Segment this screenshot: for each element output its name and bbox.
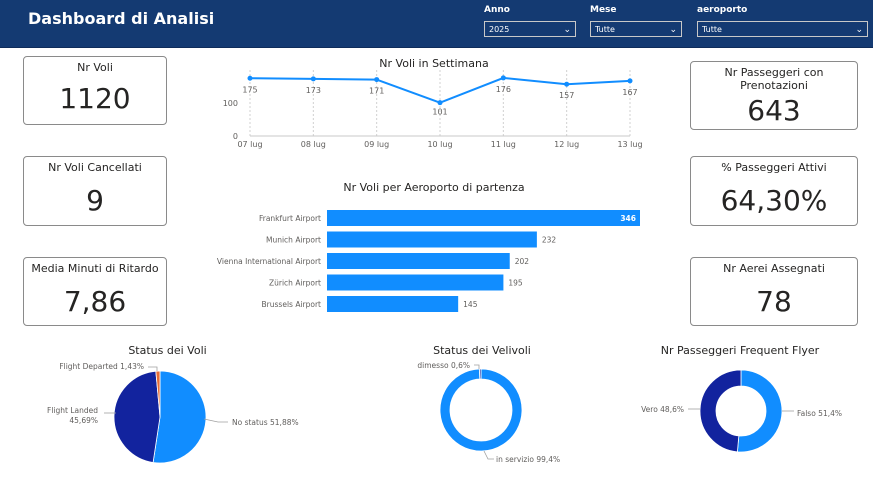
data-label: 175 [242, 85, 257, 94]
data-label: 346 [620, 214, 636, 223]
donut-frequent-flyer[interactable]: Falso 51,4% Vero 48,6% [620, 355, 860, 470]
slicer-aeroporto: aeroporto Tutte ⌄ [697, 3, 868, 37]
bar [327, 210, 640, 226]
data-point [564, 81, 570, 87]
card-value: 1120 [59, 82, 131, 115]
card-title: Media Minuti di Ritardo [31, 262, 159, 275]
bar-chart[interactable]: Frankfurt Airport 346 Munich Airport 232 Vie… [200, 200, 670, 320]
y-tick-label: 0 [233, 132, 238, 141]
card-nr-aerei-assegnati[interactable]: Nr Aerei Assegnati 78 [690, 257, 858, 326]
card-title: % Passeggeri Attivi [721, 161, 827, 174]
card-nr-voli[interactable]: Nr Voli 1120 [23, 56, 167, 125]
slice-label: Falso 51,4% [797, 409, 842, 418]
x-tick-label: 09 lug [364, 140, 389, 149]
card-nr-voli-cancellati[interactable]: Nr Voli Cancellati 9 [23, 156, 167, 226]
chevron-down-icon: ⌄ [669, 25, 677, 35]
x-tick-label: 07 lug [237, 140, 262, 149]
slicer-mese-label: Mese [590, 5, 617, 15]
category-label: Brussels Airport [262, 300, 322, 309]
card-title: Nr Voli Cancellati [48, 161, 142, 174]
pie-slice [736, 369, 783, 453]
card-value: 64,30% [720, 184, 828, 217]
category-label: Zürich Airport [269, 279, 321, 288]
bar-chart-title: Nr Voli per Aeroporto di partenza [343, 181, 525, 194]
data-label: 195 [508, 279, 523, 288]
pie-slice [439, 368, 523, 452]
data-label: 173 [306, 86, 321, 95]
data-label: 145 [463, 300, 478, 309]
slicer-anno-label: Anno [484, 5, 510, 15]
card-value: 78 [756, 285, 792, 318]
leader-line [483, 450, 494, 460]
line-chart-title: Nr Voli in Settimana [379, 57, 489, 70]
card-value: 643 [747, 94, 801, 127]
x-tick-label: 13 lug [617, 140, 642, 149]
pie-status-voli[interactable]: No status 51,88% Flight Landed 45,69% Fligh… [20, 355, 310, 470]
leader-line [148, 366, 158, 371]
data-label: 171 [369, 87, 384, 96]
data-label: 101 [432, 108, 447, 117]
header-bar: Dashboard di Analisi Anno 2025 ⌄ Mese Tu… [0, 0, 873, 48]
leader-line [474, 364, 480, 369]
chevron-down-icon: ⌄ [563, 25, 571, 35]
data-label: 202 [515, 257, 530, 266]
slice-label: in servizio 99,4% [496, 455, 560, 464]
pie-slice [113, 370, 161, 463]
x-tick-label: 12 lug [554, 140, 579, 149]
donut-status-velivoli[interactable]: in servizio 99,4% dimesso 0,6% [390, 355, 590, 470]
slicer-aeroporto-label: aeroporto [697, 5, 748, 15]
slice-label: Flight Landed 45,69% [47, 406, 98, 425]
data-label: 176 [496, 85, 511, 94]
data-point [247, 75, 253, 81]
slicer-mese-dropdown[interactable]: Tutte ⌄ [590, 21, 682, 37]
slicer-anno: Anno 2025 ⌄ [484, 3, 576, 37]
data-point [500, 75, 506, 81]
slicer-mese-value: Tutte [595, 25, 615, 34]
card-value: 7,86 [63, 285, 127, 318]
data-point [374, 77, 380, 83]
pie-slice [152, 370, 207, 464]
bar [327, 296, 459, 312]
data-point [437, 100, 443, 106]
line-chart[interactable]: 07 lug 08 lug 09 lug 10 lug 11 lug 12 lug 13 l… [215, 70, 655, 152]
card-title: Nr Passeggeri con Prenotazioni [724, 66, 824, 92]
data-label: 157 [559, 91, 574, 100]
chevron-down-icon: ⌄ [855, 25, 863, 35]
data-label: 167 [622, 88, 637, 97]
card-perc-passeggeri-attivi[interactable]: % Passeggeri Attivi 64,30% [690, 156, 858, 226]
slicer-aeroporto-value: Tutte [702, 25, 722, 34]
slice-label: Vero 48,6% [641, 405, 684, 414]
pie-slice [699, 369, 742, 453]
data-label: 232 [542, 236, 557, 245]
x-tick-label: 11 lug [491, 140, 516, 149]
bar [327, 274, 504, 291]
card-nr-passeggeri-prenotazioni[interactable]: Nr Passeggeri con Prenotazioni 643 [690, 61, 858, 130]
card-title: Nr Voli [77, 61, 113, 74]
leader-line [203, 418, 228, 423]
x-tick-label: 08 lug [301, 140, 326, 149]
slicer-anno-dropdown[interactable]: 2025 ⌄ [484, 21, 576, 37]
pie-slice [479, 368, 482, 380]
y-tick-label: 100 [223, 99, 238, 108]
x-tick-label: 10 lug [427, 140, 452, 149]
category-label: Munich Airport [266, 236, 321, 245]
slice-label: No status 51,88% [232, 418, 299, 427]
slicer-mese: Mese Tutte ⌄ [590, 3, 682, 37]
slicer-aeroporto-dropdown[interactable]: Tutte ⌄ [697, 21, 868, 37]
slice-label: dimesso 0,6% [417, 361, 470, 370]
card-value: 9 [86, 184, 104, 217]
category-label: Vienna International Airport [217, 257, 321, 266]
bar [327, 253, 510, 269]
slicer-anno-value: 2025 [489, 25, 510, 34]
bar [327, 231, 537, 248]
data-point [627, 78, 633, 84]
page-title: Dashboard di Analisi [28, 9, 215, 28]
card-media-ritardo[interactable]: Media Minuti di Ritardo 7,86 [23, 257, 167, 326]
card-title: Nr Aerei Assegnati [723, 262, 825, 275]
slice-label: Flight Departed 1,43% [59, 362, 144, 371]
category-label: Frankfurt Airport [259, 214, 321, 223]
data-point [310, 76, 316, 82]
